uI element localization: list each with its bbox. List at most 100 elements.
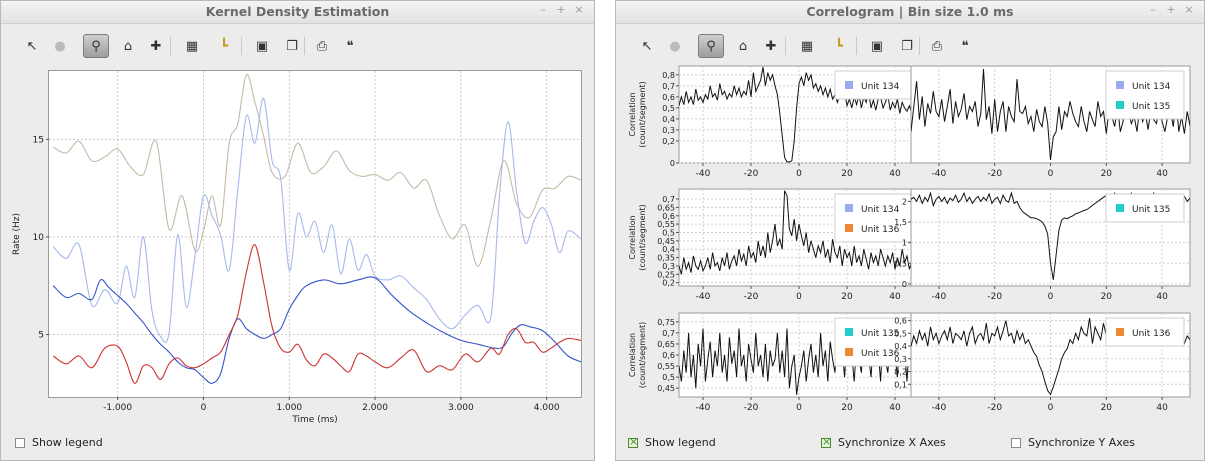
y-tick-label: 0,4 xyxy=(894,342,907,351)
legend-label: Unit 134 xyxy=(861,82,900,92)
legend-label: Unit 134 xyxy=(1132,82,1171,92)
x-tick-label: -40 xyxy=(932,292,947,302)
kde-window: Kernel Density Estimation – + × ↖ ● ⚲ ⌂ ✚ ▦ ┗ ▣ ❐ ⎙… xyxy=(0,0,595,461)
y-tick-label: 0,55 xyxy=(657,362,675,371)
x-tick-label: -20 xyxy=(744,169,759,179)
corr-show-legend-label: Show legend xyxy=(645,436,716,449)
x-tick-label: -20 xyxy=(987,169,1002,179)
legend-swatch xyxy=(845,328,853,336)
y-tick-label: 0,4 xyxy=(662,115,675,124)
x-tick-label: 3.000 xyxy=(448,403,474,413)
kde-series-line xyxy=(52,244,581,384)
y-tick-label: 0,2 xyxy=(894,368,907,377)
x-tick-label: 0 xyxy=(796,292,802,302)
legend-label: Unit 134 xyxy=(861,205,900,215)
sync-y-axes-label: Synchronize Y Axes xyxy=(1028,436,1135,449)
legend-swatch xyxy=(1116,328,1124,336)
legend-swatch xyxy=(845,204,853,212)
x-tick-label: -20 xyxy=(987,403,1002,413)
sync-x-axes-row[interactable]: Synchronize X Axes xyxy=(821,435,946,449)
y-tick-label: 5 xyxy=(38,331,44,341)
x-tick-label: 20 xyxy=(1101,292,1113,302)
sync-y-axes-checkbox[interactable] xyxy=(1011,437,1021,448)
y-tick-label: 0,6 xyxy=(662,93,675,102)
legend-swatch xyxy=(845,224,853,232)
y-tick-label: 0,7 xyxy=(662,195,675,204)
x-tick-label: -40 xyxy=(696,403,711,413)
x-tick-label: 0 xyxy=(1048,403,1054,413)
y-tick-label: 0,35 xyxy=(657,254,675,263)
y-tick-label: 1,5 xyxy=(894,218,907,227)
kde-series-line xyxy=(52,97,581,343)
x-tick-label: 1.000 xyxy=(276,403,302,413)
y-tick-label: 0,5 xyxy=(894,259,907,268)
y-tick-label: 0,5 xyxy=(662,104,675,113)
legend-swatch xyxy=(845,81,853,89)
y-tick-label: 0,3 xyxy=(894,355,907,364)
y-tick-label: 0,8 xyxy=(662,71,675,80)
y-tick-label: 0,2 xyxy=(662,279,675,288)
y-tick-label: 0,3 xyxy=(662,126,675,135)
legend-swatch xyxy=(845,348,853,356)
kde-chart: -1.000 0 1.000 2.000 3.000 4.000 5 10 15 Time (ms… xyxy=(12,71,581,425)
x-tick-label: 20 xyxy=(1101,169,1113,179)
x-tick-label: -40 xyxy=(932,403,947,413)
x-tick-label: 0 xyxy=(1048,292,1054,302)
y-tick-label: 0,5 xyxy=(894,329,907,338)
y-axis-label: Correlation xyxy=(628,92,637,136)
sync-x-axes-checkbox[interactable] xyxy=(821,435,831,448)
x-tick-label: 20 xyxy=(841,169,853,179)
correlogram-window: Correlogram | Bin size 1.0 ms – + × ↖ ● ⚲ ⌂ ✚ ▦… xyxy=(615,0,1205,461)
x-tick-label: 0 xyxy=(201,403,207,413)
x-tick-label: -40 xyxy=(696,292,711,302)
legend-label: Unit 136 xyxy=(1132,329,1171,339)
corr-show-legend-checkbox[interactable] xyxy=(628,435,638,448)
show-legend-checkbox[interactable] xyxy=(15,437,25,448)
legend-label: Unit 135 xyxy=(1132,205,1170,215)
legend-swatch xyxy=(1116,101,1124,109)
y-tick-label: 2 xyxy=(902,197,907,206)
y-tick-label: 15 xyxy=(33,135,44,145)
corr-show-legend-row[interactable]: Show legend xyxy=(628,435,716,449)
x-tick-label: -1.000 xyxy=(103,403,132,413)
y-axis-label: (count/segment) xyxy=(638,204,647,271)
y-axis-label: Correlation xyxy=(628,333,637,377)
y-tick-label: 0,55 xyxy=(657,220,675,229)
x-tick-label: 20 xyxy=(841,403,853,413)
x-tick-label: 40 xyxy=(889,292,901,302)
y-tick-label: 0,4 xyxy=(662,245,675,254)
x-tick-label: 40 xyxy=(1156,403,1168,413)
correlogram-charts: -40 -20 0 20 4000,20,30,40,50,60,70,8Correla… xyxy=(628,65,1191,413)
y-axis-label: (count/segment) xyxy=(638,322,647,389)
legend-swatch xyxy=(1116,81,1124,89)
x-tick-label: 0 xyxy=(796,169,802,179)
y-tick-label: 0,6 xyxy=(662,351,675,360)
y-tick-label: 0,65 xyxy=(657,340,675,349)
y-axis-label: Correlation xyxy=(628,215,637,259)
sync-y-axes-row[interactable]: Synchronize Y Axes xyxy=(1011,436,1135,449)
show-legend-checkbox-row[interactable]: Show legend xyxy=(15,436,103,449)
legend-label: Unit 135 xyxy=(1132,102,1170,112)
x-tick-label: 40 xyxy=(889,403,901,413)
sync-x-axes-label: Synchronize X Axes xyxy=(838,436,946,449)
y-tick-label: 0 xyxy=(902,280,907,289)
x-tick-label: -40 xyxy=(696,169,711,179)
y-tick-label: 10 xyxy=(33,233,45,243)
x-tick-label: 0 xyxy=(1048,169,1054,179)
x-tick-label: 2.000 xyxy=(362,403,388,413)
x-tick-label: -20 xyxy=(744,292,759,302)
x-tick-label: -20 xyxy=(744,403,759,413)
y-tick-label: 0,75 xyxy=(657,318,675,327)
y-tick-label: 0,6 xyxy=(894,317,907,326)
y-axis-label: Rate (Hz) xyxy=(12,213,22,255)
x-tick-label: 4.000 xyxy=(534,403,560,413)
show-legend-label: Show legend xyxy=(32,436,103,449)
y-tick-label: 0,7 xyxy=(662,329,675,338)
y-tick-label: 0,2 xyxy=(662,137,675,146)
y-tick-label: 0,45 xyxy=(657,237,675,246)
y-tick-label: 1 xyxy=(902,239,907,248)
x-tick-label: 40 xyxy=(1156,292,1168,302)
y-tick-label: 0,7 xyxy=(662,82,675,91)
x-tick-label: -40 xyxy=(932,169,947,179)
y-axis-label: (count/segment) xyxy=(638,81,647,148)
